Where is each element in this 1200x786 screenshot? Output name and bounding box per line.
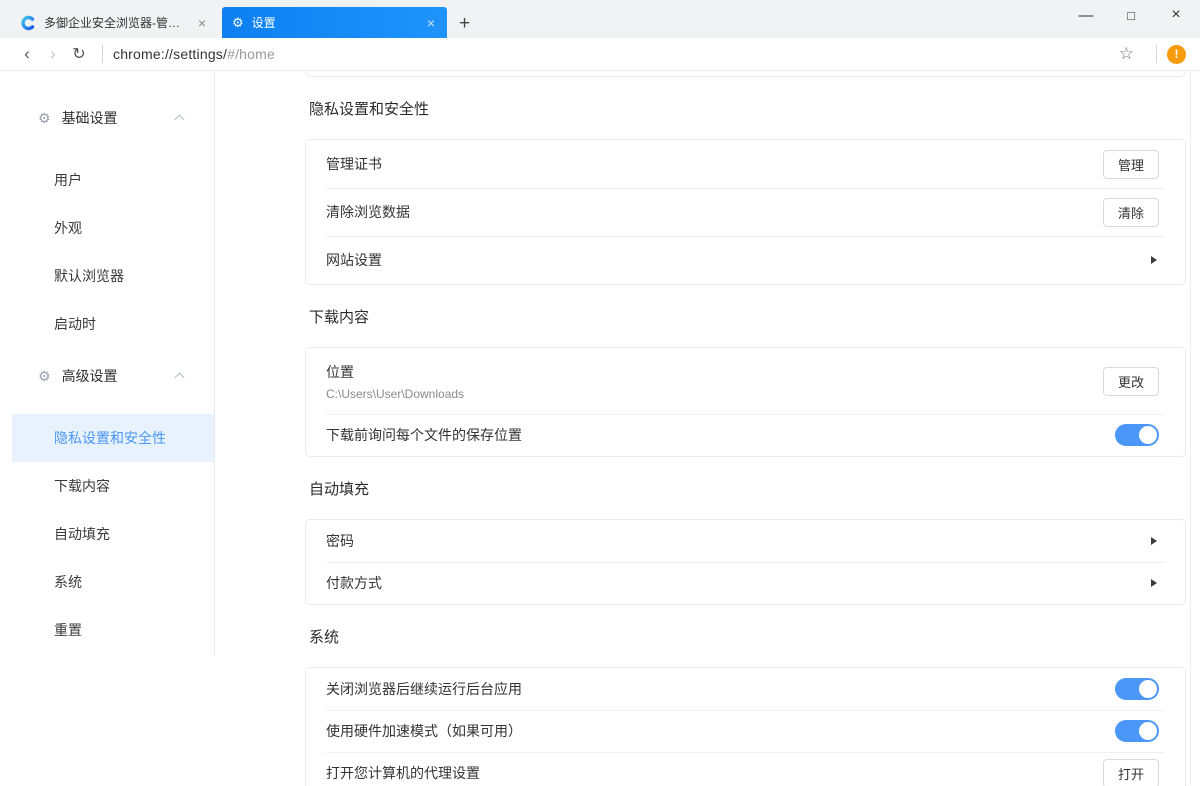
privacy-security-card: 管理证书 管理 清除浏览数据 清除 网站设置 <box>305 139 1186 285</box>
url-fragment: #/home <box>227 46 275 62</box>
sidebar-item-downloads[interactable]: 下载内容 <box>12 462 215 510</box>
gear-icon: ⚙ <box>38 110 51 127</box>
sidebar-item-autofill[interactable]: 自动填充 <box>12 510 215 558</box>
address-bar: ‹ › ↻ chrome://settings/#/home ☆ ! <box>0 38 1200 71</box>
background-apps-toggle[interactable] <box>1115 678 1159 700</box>
close-window-icon[interactable]: × <box>1168 6 1184 24</box>
row-site-settings[interactable]: 网站设置 <box>306 236 1185 284</box>
tab-admin-console[interactable]: 多御企业安全浏览器-管理后台 × <box>10 7 218 38</box>
browser-logo-icon <box>20 15 36 31</box>
sidebar-item-users[interactable]: 用户 <box>12 156 215 204</box>
reload-icon[interactable]: ↻ <box>66 44 92 64</box>
sidebar-item-appearance[interactable]: 外观 <box>12 204 215 252</box>
minimize-icon[interactable]: — <box>1078 7 1094 24</box>
section-title-system: 系统 <box>309 627 1186 649</box>
ask-download-location-toggle[interactable] <box>1115 424 1159 446</box>
previous-card-bottom <box>305 71 1186 77</box>
clear-button[interactable]: 清除 <box>1103 198 1159 227</box>
row-label: 关闭浏览器后继续运行后台应用 <box>326 679 1115 699</box>
row-download-location: 位置 C:\Users\User\Downloads 更改 <box>306 348 1185 414</box>
open-button[interactable]: 打开 <box>1103 759 1159 786</box>
arrow-right-icon[interactable] <box>1151 579 1157 587</box>
section-title-privacy-security: 隐私设置和安全性 <box>309 99 1186 121</box>
sidebar-items: 用户 外观 默认浏览器 启动时 <box>0 156 215 348</box>
tab-settings[interactable]: ⚙ 设置 × <box>222 7 447 38</box>
bookmark-star-icon[interactable]: ☆ <box>1119 44 1134 64</box>
sidebar-item-default-browser[interactable]: 默认浏览器 <box>12 252 215 300</box>
row-proxy-settings: 打开您计算机的代理设置 打开 <box>306 752 1185 786</box>
arrow-right-icon[interactable] <box>1151 537 1157 545</box>
sidebar-item-reset[interactable]: 重置 <box>12 606 215 654</box>
sidebar-group-advanced-settings[interactable]: ⚙ 高级设置 <box>0 352 215 400</box>
sidebar-items: 隐私设置和安全性 下载内容 自动填充 系统 重置 <box>0 414 215 654</box>
row-label: 密码 <box>326 531 1151 551</box>
gear-icon: ⚙ <box>38 368 51 385</box>
hardware-acceleration-toggle[interactable] <box>1115 720 1159 742</box>
scrollbar[interactable] <box>1190 71 1200 785</box>
tab-title: 设置 <box>252 14 417 31</box>
tab-title: 多御企业安全浏览器-管理后台 <box>44 14 188 31</box>
download-path: C:\Users\User\Downloads <box>326 387 1103 401</box>
chevron-up-icon <box>175 373 185 383</box>
settings-page: 隐私设置和安全性 管理证书 管理 清除浏览数据 清除 网站设置 下载内容 <box>215 71 1200 786</box>
row-ask-download-location: 下载前询问每个文件的保存位置 <box>306 414 1185 456</box>
autofill-card: 密码 付款方式 <box>305 519 1186 605</box>
arrow-right-icon[interactable] <box>1151 256 1157 264</box>
row-text: 位置 C:\Users\User\Downloads <box>326 362 1103 401</box>
group-label: 基础设置 <box>62 108 118 128</box>
row-label: 打开您计算机的代理设置 <box>326 763 1103 783</box>
downloads-card: 位置 C:\Users\User\Downloads 更改 下载前询问每个文件的… <box>305 347 1186 457</box>
row-label: 使用硬件加速模式（如果可用） <box>326 721 1115 741</box>
row-background-apps: 关闭浏览器后继续运行后台应用 <box>306 668 1185 710</box>
section-title-downloads: 下载内容 <box>309 307 1186 329</box>
row-clear-browsing-data: 清除浏览数据 清除 <box>306 188 1185 236</box>
group-label: 高级设置 <box>62 366 118 386</box>
sidebar-item-privacy-security[interactable]: 隐私设置和安全性 <box>12 414 215 462</box>
back-icon[interactable]: ‹ <box>14 44 40 64</box>
tab-strip: 多御企业安全浏览器-管理后台 × ⚙ 设置 × + — □ × <box>0 0 1200 38</box>
row-hardware-acceleration: 使用硬件加速模式（如果可用） <box>306 710 1185 752</box>
divider <box>1156 45 1157 63</box>
manage-button[interactable]: 管理 <box>1103 150 1159 179</box>
sidebar-group-basic-settings[interactable]: ⚙ 基础设置 <box>0 94 215 142</box>
row-payment-methods[interactable]: 付款方式 <box>306 562 1185 604</box>
row-label: 网站设置 <box>326 250 1151 270</box>
change-button[interactable]: 更改 <box>1103 367 1159 396</box>
update-alert-badge[interactable]: ! <box>1167 45 1186 64</box>
row-label: 管理证书 <box>326 154 1103 174</box>
row-label: 下载前询问每个文件的保存位置 <box>326 425 1115 445</box>
row-label: 位置 <box>326 362 1103 382</box>
close-tab-icon[interactable]: × <box>425 16 437 30</box>
window-controls: — □ × <box>1078 6 1184 24</box>
section-title-autofill: 自动填充 <box>309 479 1186 501</box>
url-main: chrome://settings/ <box>113 46 227 62</box>
divider <box>102 45 103 63</box>
maximize-icon[interactable]: □ <box>1123 8 1139 23</box>
system-card: 关闭浏览器后继续运行后台应用 使用硬件加速模式（如果可用） 打开您计算机的代理设… <box>305 667 1186 786</box>
forward-icon[interactable]: › <box>40 44 66 64</box>
row-label: 清除浏览数据 <box>326 202 1103 222</box>
row-passwords[interactable]: 密码 <box>306 520 1185 562</box>
row-manage-certificates: 管理证书 管理 <box>306 140 1185 188</box>
sidebar-item-on-startup[interactable]: 启动时 <box>12 300 215 348</box>
close-tab-icon[interactable]: × <box>196 16 208 30</box>
url-field[interactable]: chrome://settings/#/home <box>113 46 1119 62</box>
sidebar-item-system[interactable]: 系统 <box>12 558 215 606</box>
gear-icon: ⚙ <box>232 15 244 31</box>
chevron-up-icon <box>175 115 185 125</box>
settings-sidebar: ⚙ 基础设置 用户 外观 默认浏览器 启动时 ⚙ 高级设置 隐私设置和安全性 下… <box>0 71 215 785</box>
row-label: 付款方式 <box>326 573 1151 593</box>
new-tab-button[interactable]: + <box>459 14 470 33</box>
settings-content: 隐私设置和安全性 管理证书 管理 清除浏览数据 清除 网站设置 下载内容 <box>215 71 1200 785</box>
main-area: ⚙ 基础设置 用户 外观 默认浏览器 启动时 ⚙ 高级设置 隐私设置和安全性 下… <box>0 71 1200 785</box>
